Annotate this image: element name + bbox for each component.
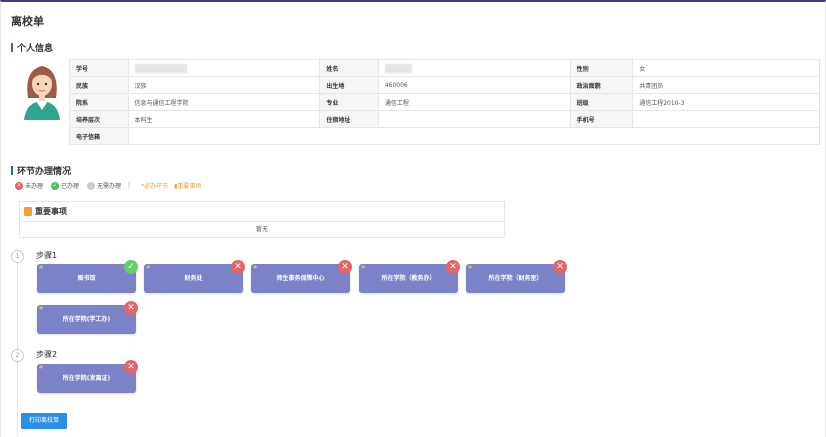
card-label: 所在学院（财务室） [488, 275, 543, 282]
info-row: 学号 姓名 性别女 [69, 59, 820, 77]
info-key: 性别 [569, 59, 634, 77]
info-value [127, 59, 321, 77]
redacted-value [384, 63, 412, 73]
info-key: 电子信箱 [69, 127, 129, 145]
required-star-icon: * [39, 364, 44, 373]
info-value: 通信工程 [377, 93, 571, 111]
process-section-label: 环节办理情况 [17, 167, 72, 177]
legend-done: 已办理 [61, 183, 80, 190]
check-icon: ✓ [124, 260, 138, 274]
close-icon: ✕ [231, 260, 245, 274]
page-title: 离校单 [11, 15, 44, 28]
personal-info-table: 学号 姓名 性别女民族 汉族 出生地 460006 政治面貌 共青团员 院系 信息与通信工程学院专… [69, 59, 821, 145]
info-value: 汉族 [127, 76, 321, 94]
info-value: 460006 [377, 76, 571, 94]
info-value [377, 110, 571, 128]
important-title: 重要事项 [35, 207, 67, 216]
avatar [18, 58, 66, 120]
card-service-center[interactable]: * 师生事务保障中心 ✕ [251, 260, 352, 293]
personal-section-title: 个人信息 [11, 41, 53, 54]
info-row: 电子信箱 [69, 127, 821, 145]
status-legend: ✕ 未办理 ✓ 已办理 无需办理 | *必办环节 ▮重要事项 [15, 181, 201, 190]
legend-no-need: 无需办理 [97, 183, 122, 190]
legend-important: ▮重要事项 [174, 183, 202, 190]
avatar-illustration [18, 58, 66, 120]
info-key: 出生地 [319, 76, 379, 94]
pending-icon: ✕ [15, 181, 23, 190]
close-icon: ✕ [124, 301, 138, 315]
legend-pending: 未办理 [25, 183, 44, 190]
info-key: 班级 [569, 93, 634, 111]
card-finance-office[interactable]: * 所在学院（财务室） ✕ [466, 260, 567, 293]
card-certificate[interactable]: * 所在学院(发离证) ✕ [37, 360, 138, 393]
card-academic-office[interactable]: * 所在学院（教务办） ✕ [359, 260, 460, 293]
info-row: 培养层次 本科生 住宿地址 手机号 [69, 110, 820, 128]
info-value [632, 110, 820, 128]
step-1-marker: 1 [11, 250, 24, 263]
legend-separator: | [128, 182, 131, 189]
section-bar [11, 166, 13, 175]
info-key: 政治面貌 [569, 76, 634, 94]
info-key: 院系 [69, 93, 129, 111]
important-matters-panel: 重要事项 暂无 [19, 201, 505, 238]
info-row: 民族 汉族 出生地 460006 政治面貌 共青团员 [69, 76, 820, 94]
done-icon: ✓ [51, 181, 60, 190]
info-key: 手机号 [569, 110, 634, 128]
close-icon: ✕ [124, 360, 138, 374]
info-value: 本科生 [127, 110, 321, 128]
info-key: 学号 [69, 59, 129, 77]
info-value: 信息与通信工程学院 [127, 93, 321, 111]
note-icon [24, 207, 32, 216]
legend-important-label: 重要事项 [177, 183, 202, 190]
info-key: 姓名 [319, 59, 379, 77]
card-label: 所在学院(发离证) [62, 375, 111, 382]
close-icon: ✕ [553, 260, 567, 274]
important-body: 暂无 [255, 226, 268, 233]
info-value [377, 59, 571, 77]
step-2-label: 步骤2 [36, 350, 58, 359]
info-value [127, 127, 821, 145]
info-key: 住宿地址 [319, 110, 379, 128]
required-star-icon: * [253, 264, 258, 273]
card-library[interactable]: * 图书馆 ✓ [37, 260, 138, 293]
card-label: 所在学院（教务办） [381, 275, 436, 282]
step-1-label: 步骤1 [36, 251, 58, 260]
personal-section-label: 个人信息 [17, 44, 54, 54]
card-finance[interactable]: * 财务处 ✕ [144, 260, 245, 293]
timeline-line [17, 251, 18, 436]
section-bar [11, 43, 13, 52]
no-need-icon [87, 181, 96, 190]
card-label: 财务处 [184, 275, 203, 282]
close-icon: ✕ [446, 260, 460, 274]
info-key: 专业 [319, 93, 379, 111]
required-star-icon: * [361, 264, 366, 273]
card-label: 图书馆 [77, 275, 96, 282]
card-label: 所在学院(学工办) [62, 316, 111, 323]
card-label: 师生事务保障中心 [276, 275, 325, 282]
step-2-marker: 2 [11, 349, 24, 362]
required-star-icon: * [468, 264, 473, 273]
print-button[interactable]: 打印离校单 [21, 413, 67, 429]
info-row: 院系 信息与通信工程学院 专业 通信工程 班级 通信工程2010-3 [69, 93, 820, 111]
required-star-icon: * [39, 264, 44, 273]
close-icon: ✕ [338, 260, 352, 274]
info-value: 共青团员 [632, 76, 820, 94]
info-value: 通信工程2010-3 [632, 93, 820, 111]
process-section-title: 环节办理情况 [11, 164, 71, 177]
important-header: 重要事项 [20, 202, 504, 222]
legend-required: *必办环节 [141, 183, 169, 190]
info-value: 女 [632, 59, 820, 77]
required-star-icon: * [146, 264, 151, 273]
required-star-icon: * [39, 305, 44, 314]
redacted-value [134, 63, 187, 73]
info-key: 培养层次 [69, 110, 129, 128]
card-student-affairs[interactable]: * 所在学院(学工办) ✕ [37, 301, 138, 334]
info-key: 民族 [69, 76, 129, 94]
